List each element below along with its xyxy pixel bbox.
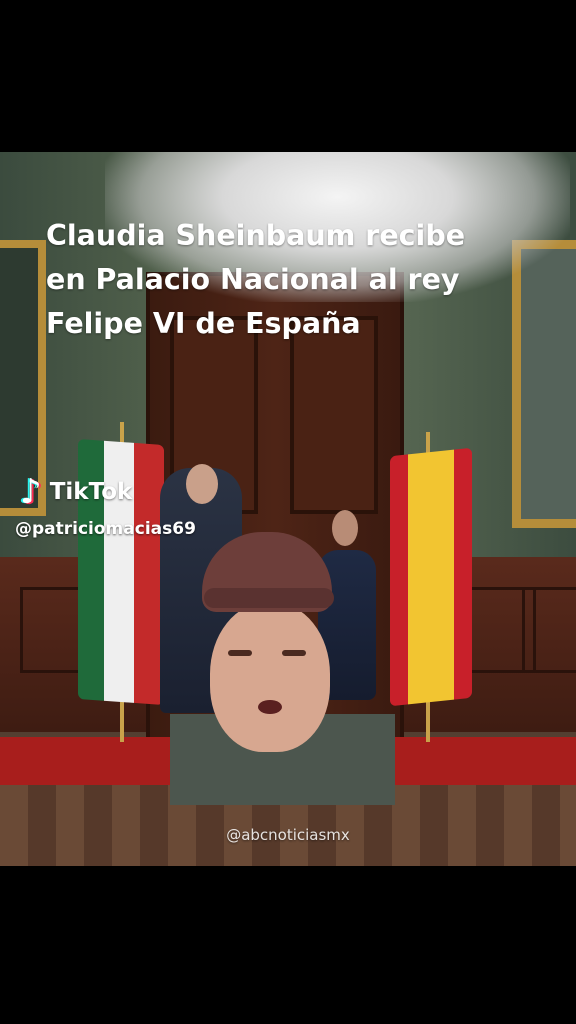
creator-mouth <box>258 700 282 714</box>
tiktok-note-icon: ♪ <box>20 472 42 512</box>
tiktok-label: TikTok <box>49 479 133 505</box>
creator-eye-left <box>228 650 252 656</box>
spain-flag <box>390 447 472 707</box>
creator-face <box>210 602 330 752</box>
creator-eye-right <box>282 650 306 656</box>
tiktok-watermark: ♪ TikTok <box>20 472 132 512</box>
creator-handle: @patriciomacias69 <box>15 519 196 539</box>
video-title-caption: Claudia Sheinbaum recibe en Palacio Naci… <box>46 219 466 340</box>
creator-cutout <box>170 532 395 805</box>
creator-cap-brim <box>204 588 334 608</box>
person-king-head <box>186 464 218 504</box>
source-watermark: @abcnoticiasmx <box>226 826 350 844</box>
